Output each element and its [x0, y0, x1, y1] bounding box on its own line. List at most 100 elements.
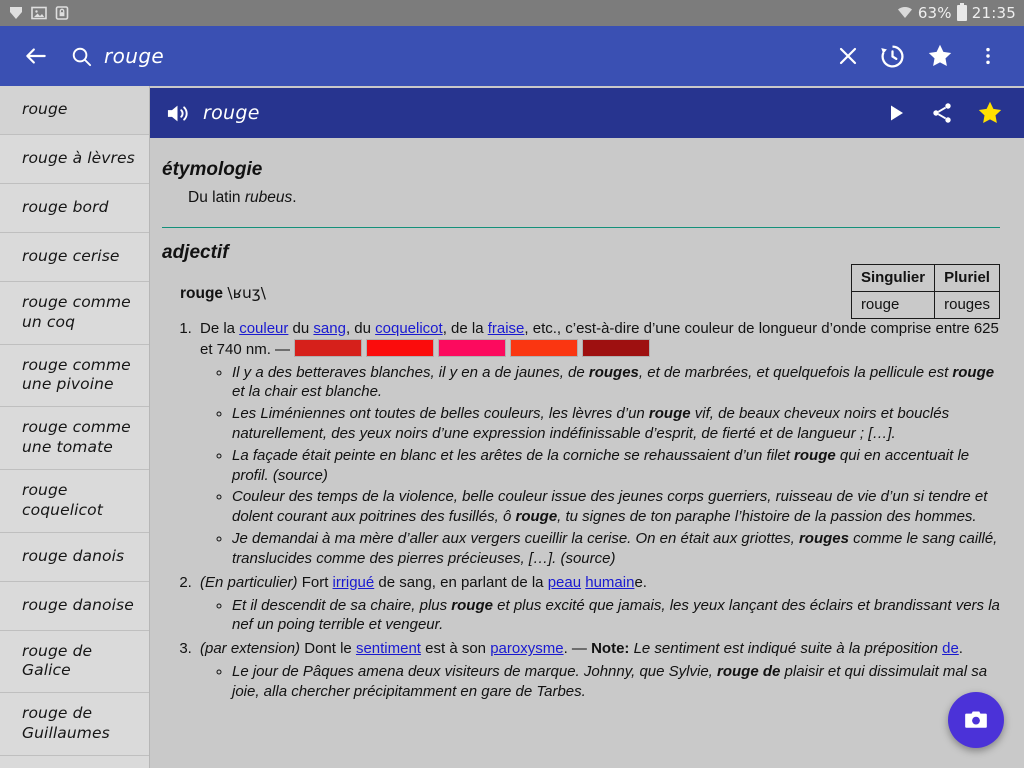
- definition-italic: (En particulier): [200, 573, 298, 591]
- search-icon: [58, 45, 104, 68]
- definition-span: du: [288, 319, 314, 337]
- definition-span: Dont le: [300, 640, 356, 658]
- sidebar-item-label: rouge comme un coq: [22, 293, 131, 331]
- table-header-plural: Pluriel: [934, 264, 1000, 292]
- definition-italic: (par extension): [200, 640, 301, 658]
- definition-link[interactable]: sang: [313, 320, 346, 337]
- definition-span: . —: [563, 640, 592, 658]
- definition-span: e.: [634, 573, 647, 591]
- sidebar-item-10[interactable]: rouge de Galice: [0, 631, 149, 694]
- pronunciation: \ʁuʒ\: [227, 284, 266, 303]
- play-button[interactable]: [884, 101, 908, 125]
- battery-icon: [956, 3, 967, 21]
- etymology-heading: étymologie: [162, 159, 263, 180]
- table-cell-singular: rouge: [850, 290, 936, 319]
- sidebar-item-label: rouge danois: [22, 546, 125, 565]
- definition-span: , du: [345, 319, 376, 337]
- sidebar-item-8[interactable]: rouge danois: [0, 533, 149, 582]
- status-bar-left-icons: [8, 5, 70, 21]
- quote-item: Et il descendit de sa chaire, plus rouge…: [232, 596, 1000, 636]
- definition-span: De la: [200, 319, 240, 337]
- definition-link[interactable]: irrigué: [333, 574, 375, 591]
- favorites-button[interactable]: [918, 34, 962, 78]
- sidebar-item-label: rouge: [22, 100, 68, 119]
- wifi-icon: [897, 5, 913, 21]
- back-button[interactable]: [14, 34, 58, 78]
- bookmark-star-icon[interactable]: [976, 99, 1004, 127]
- quote-item: Il y a des betteraves blanches, il y en …: [232, 363, 1000, 403]
- quote-item: Les Liméniennes ont toutes de belles cou…: [232, 404, 1000, 444]
- table-header-singular: Singulier: [850, 264, 936, 292]
- entry-header-actions: [884, 99, 1010, 127]
- sidebar-item-4[interactable]: rouge comme un coq: [0, 282, 149, 345]
- etymology-plain: Du latin: [188, 189, 245, 207]
- definition-note-label: Note:: [591, 640, 630, 658]
- definition-link[interactable]: couleur: [239, 320, 288, 337]
- app-toolbar: rouge: [0, 26, 1024, 86]
- quote-list: Le jour de Pâques amena deux visiteurs d…: [200, 662, 1000, 702]
- sidebar-item-label: rouge de Guillaumes: [22, 704, 110, 743]
- sidebar-item-label: rouge danoise: [22, 595, 134, 614]
- sidebar-item-label: rouge coquelicot: [22, 480, 103, 519]
- sidebar-item-6[interactable]: rouge comme une tomate: [0, 407, 149, 470]
- sidebar-item-7[interactable]: rouge coquelicot: [0, 470, 149, 533]
- sidebar-item-label: rouge comme une tomate: [22, 418, 131, 457]
- camera-fab-button[interactable]: [948, 692, 1004, 748]
- screenshot-lock-icon: [54, 5, 70, 21]
- sidebar-item-1[interactable]: rouge à lèvres: [0, 135, 149, 184]
- table-cell-plural: rouges: [934, 290, 1000, 319]
- sidebar-item-3[interactable]: rouge cerise: [0, 233, 149, 282]
- sidebar-item-2[interactable]: rouge bord: [0, 184, 149, 233]
- definition-link[interactable]: sentiment: [356, 640, 421, 657]
- definition-list: De la couleur du sang, du coquelicot, de…: [162, 319, 1000, 702]
- sidebar-item-5[interactable]: rouge comme une pivoine: [0, 345, 149, 408]
- color-swatch-4: [582, 338, 651, 357]
- search-field[interactable]: rouge: [58, 44, 826, 68]
- etymology-period: .: [292, 189, 297, 207]
- clear-search-button[interactable]: [826, 34, 870, 78]
- definition-link[interactable]: paroxysme: [490, 640, 563, 657]
- etymology-latin-word: rubeus: [244, 189, 293, 207]
- table-row: rouge rouges: [850, 290, 1000, 319]
- sidebar-item-0[interactable]: rouge: [0, 86, 149, 135]
- sidebar-item-label: rouge comme une pivoine: [22, 355, 131, 394]
- history-button[interactable]: [870, 34, 914, 78]
- definition-link[interactable]: fraise: [488, 320, 525, 337]
- color-swatch-0: [294, 338, 363, 357]
- color-swatch-2: [438, 338, 507, 357]
- toolbar-actions: [870, 34, 1010, 78]
- entry-article: Singulier Pluriel rouge rouges étymologi…: [150, 138, 1024, 768]
- sidebar-item-11[interactable]: rouge de Guillaumes: [0, 693, 149, 756]
- sidebar-item-label: rouge de Galice: [22, 641, 93, 680]
- definition-span: Fort: [297, 573, 333, 591]
- definition-item: (par extension) Dont le sentiment est à …: [196, 639, 1000, 702]
- sidebar-item-label: rouge bord: [22, 198, 109, 217]
- definition-link[interactable]: coquelicot: [375, 320, 443, 337]
- definition-span: de sang, en parlant de la: [374, 573, 548, 591]
- definition-link[interactable]: humain: [585, 574, 634, 591]
- headword: rouge: [180, 285, 224, 303]
- overflow-menu-button[interactable]: [966, 34, 1010, 78]
- color-swatch-1: [366, 338, 435, 357]
- definition-link[interactable]: de: [942, 640, 959, 657]
- definition-text: (par extension) Dont le sentiment est à …: [200, 640, 963, 657]
- definition-link[interactable]: peau: [548, 574, 581, 591]
- speaker-icon[interactable]: [164, 100, 191, 127]
- quote-list: Et il descendit de sa chaire, plus rouge…: [200, 596, 1000, 636]
- app-root: 63% 21:35 rouge rouge rouge à lèvres rou…: [0, 0, 1024, 768]
- table-header-row: Singulier Pluriel: [850, 264, 1000, 292]
- part-of-speech-heading: adjectif: [162, 241, 229, 263]
- search-input-value[interactable]: rouge: [104, 44, 164, 68]
- results-sidebar[interactable]: rouge rouge à lèvres rouge bord rouge ceris…: [0, 86, 150, 768]
- entry-header: rouge: [150, 88, 1024, 138]
- entry-title: rouge: [203, 102, 260, 124]
- share-icon[interactable]: [930, 101, 954, 125]
- quote-item: Couleur des temps de la violence, belle …: [232, 487, 1000, 527]
- battery-percent-label: 63%: [917, 4, 952, 22]
- definition-text: (En particulier) Fort irrigué de sang, e…: [200, 574, 647, 591]
- clock-label: 21:35: [971, 4, 1016, 22]
- sidebar-item-12[interactable]: rouge de l'Ouest: [0, 756, 149, 768]
- sidebar-item-label: rouge à lèvres: [22, 149, 135, 168]
- camera-icon: [963, 707, 989, 733]
- sidebar-item-9[interactable]: rouge danoise: [0, 582, 149, 631]
